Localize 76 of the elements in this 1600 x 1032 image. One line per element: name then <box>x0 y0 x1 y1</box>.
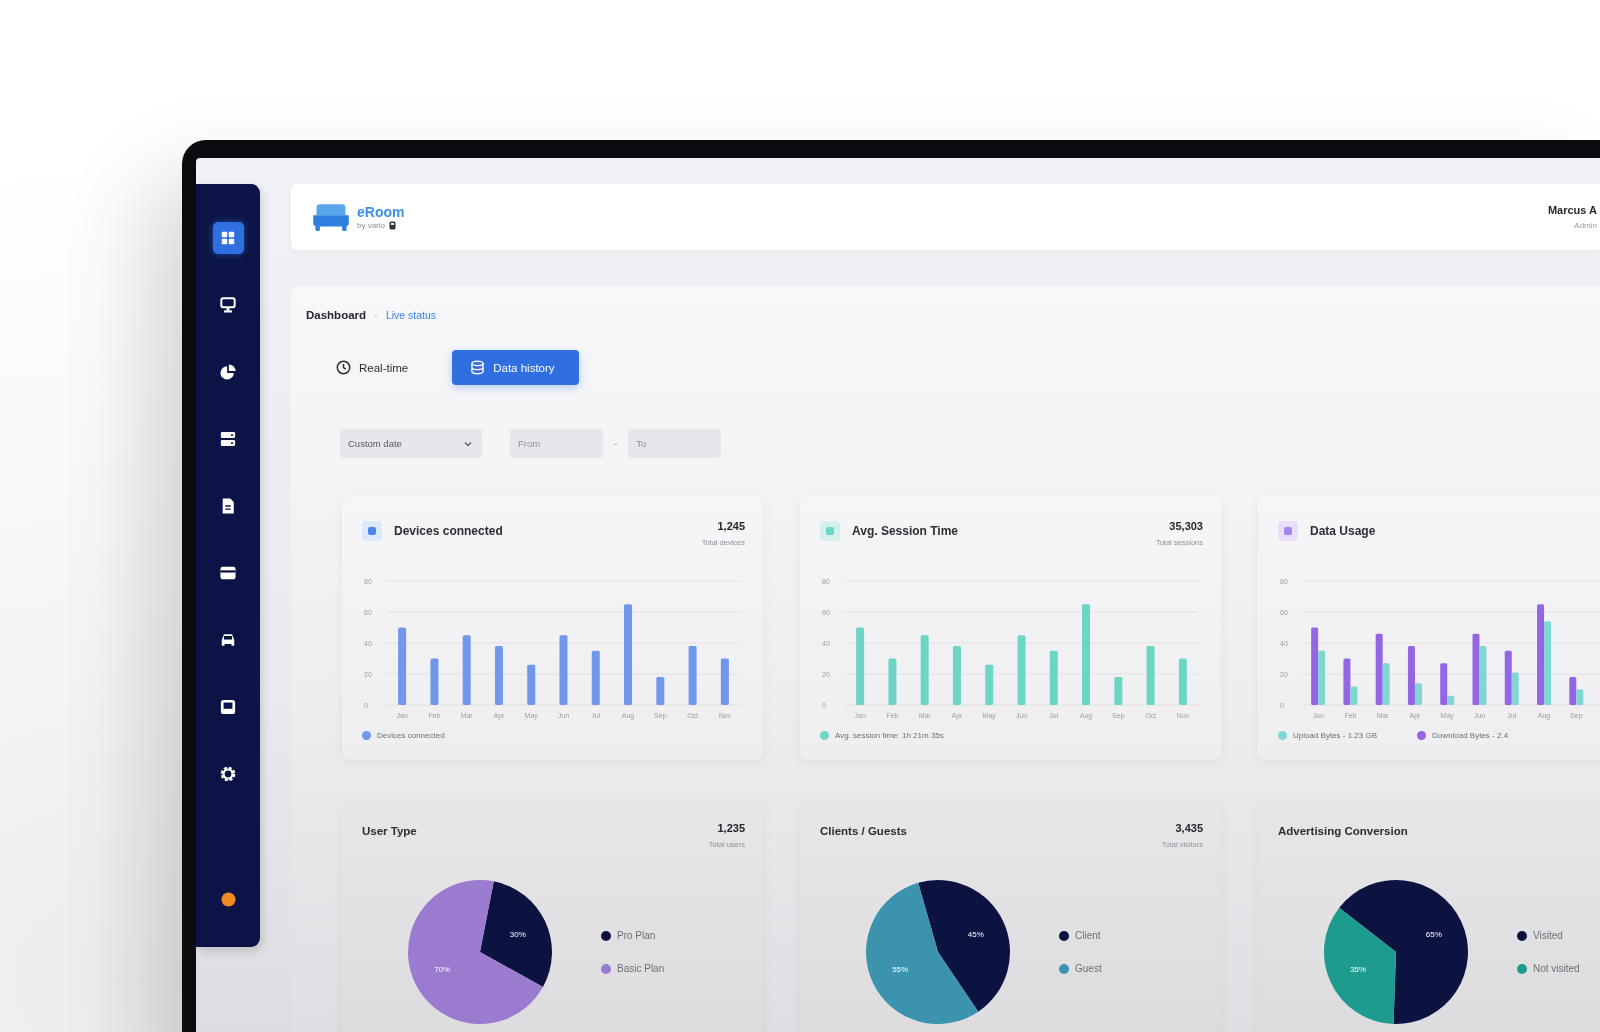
range-separator: - <box>614 438 618 449</box>
pie-chart-icon <box>220 364 236 380</box>
car-icon <box>220 632 236 648</box>
database-icon <box>470 360 486 375</box>
legend-label: Client <box>1075 930 1101 941</box>
pie-value-label: 55% <box>892 965 909 975</box>
sidebar-item[interactable] <box>212 222 244 254</box>
logo-tagline: by vario <box>357 220 385 231</box>
legend-label: Upload Bytes - 1.23 GB <box>1293 730 1378 740</box>
chart-tile-icon <box>1278 521 1298 541</box>
view-toggle-button[interactable]: Real-time <box>332 350 425 385</box>
avatar-icon <box>220 892 236 907</box>
chart-bar <box>430 658 439 705</box>
card-title: Data Usage <box>1310 523 1376 540</box>
phone-icon <box>389 221 396 230</box>
chart-bar <box>527 664 536 705</box>
user-role: Admin <box>1574 221 1597 230</box>
pie-value-label: 30% <box>509 929 526 939</box>
chart-bar <box>1146 646 1155 705</box>
card-title: Clients / Guests <box>820 824 907 839</box>
card-value: 35,303 <box>1169 520 1203 532</box>
legend-label: Pro Plan <box>617 930 656 941</box>
chart-bar <box>1114 677 1123 705</box>
card-value: 1,245 <box>717 520 745 532</box>
legend-label: Basic Plan <box>617 963 665 974</box>
card-title: Advertising Conversion <box>1278 824 1408 839</box>
chart-bar <box>1049 650 1058 705</box>
card-title: Avg. Session Time <box>852 523 959 540</box>
card-value: 1,235 <box>717 822 745 834</box>
pie-value-label: 65% <box>1425 929 1442 939</box>
tablet-icon <box>220 699 236 715</box>
chart-bar <box>920 635 929 705</box>
chart-tile-icon <box>362 521 382 541</box>
card-icon <box>220 565 236 581</box>
couch-icon <box>312 202 350 232</box>
grid-icon <box>221 231 235 245</box>
pie-value-label: 70% <box>434 965 451 975</box>
chart-bar <box>720 658 729 705</box>
breadcrumb-link[interactable]: Live status <box>385 309 437 321</box>
chart-bar <box>888 658 897 705</box>
date-range-select[interactable]: Custom date <box>340 429 482 458</box>
card-value: 3,435 <box>1175 822 1203 834</box>
chart-tile-icon <box>820 521 840 541</box>
chart-bar <box>952 646 961 705</box>
settings-icon <box>220 766 236 782</box>
document-icon <box>220 498 236 514</box>
chart-bar <box>1017 635 1026 705</box>
chart-bar <box>1178 658 1187 705</box>
chart-bar <box>591 650 600 705</box>
pie-value-label: 35% <box>1350 965 1367 975</box>
chart-bar <box>462 635 471 705</box>
legend-label: Devices connected <box>377 730 445 740</box>
card-title: Devices connected <box>394 523 503 540</box>
breadcrumb-separator: · <box>374 309 378 321</box>
from-date-field[interactable]: From <box>510 429 603 458</box>
chart-bar <box>688 646 697 705</box>
legend-label: Guest <box>1075 963 1102 974</box>
view-toggle-button[interactable]: Data history <box>452 350 579 385</box>
card-title: User Type <box>362 824 417 839</box>
legend-label: Not visited <box>1533 963 1580 974</box>
breadcrumb-item: Dashboard <box>306 309 367 321</box>
caret-icon <box>464 440 472 447</box>
monitor-icon <box>220 297 236 313</box>
chart-bar <box>656 677 665 705</box>
legend-label: Download Bytes - 2.4 <box>1432 730 1509 740</box>
chart-bar <box>985 664 994 705</box>
legend-label: Avg. session time: 1h 21m 35s <box>835 730 944 740</box>
chart-bar <box>559 635 568 705</box>
server-icon <box>220 431 236 447</box>
logo-name: eRoom <box>357 203 405 220</box>
user-name: Marcus A <box>1547 204 1597 216</box>
legend-label: Visited <box>1533 930 1563 941</box>
clock-icon <box>336 360 351 375</box>
pie-value-label: 45% <box>967 929 984 939</box>
chart-bar <box>494 646 503 705</box>
to-date-field[interactable]: To <box>628 429 722 458</box>
